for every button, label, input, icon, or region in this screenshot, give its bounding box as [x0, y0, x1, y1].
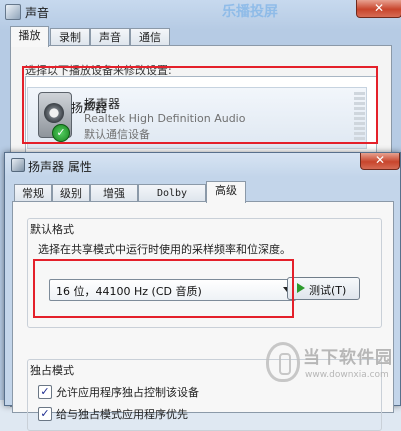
advanced-panel: 默认格式 选择在共享模式中运行时使用的采样频率和位深度。 16 位，44100 … — [12, 201, 394, 431]
device-row-speaker[interactable]: ✓ 扬声器 Realtek High Definition Audio 默认通信… — [27, 87, 367, 149]
volume-level-meter — [354, 92, 366, 144]
level-meter-segment — [354, 107, 365, 110]
sound-window-icon — [5, 4, 21, 20]
checkbox-exclusive-priority-label: 给与独占模式应用程序优先 — [56, 408, 188, 421]
level-meter-segment — [354, 92, 365, 95]
tab-enhancements[interactable]: 增强 — [90, 184, 138, 202]
level-meter-segment — [354, 112, 365, 115]
properties-close-button[interactable]: ✕ — [360, 153, 400, 170]
tab-recording[interactable]: 录制 — [50, 28, 90, 46]
level-meter-segment — [354, 137, 365, 140]
test-button-label: 测试(T) — [309, 284, 347, 297]
checkbox-allow-exclusive-box[interactable]: ✓ — [38, 385, 52, 399]
sample-rate-select[interactable]: 16 位，44100 Hz (CD 音质) — [49, 279, 296, 301]
level-meter-segment — [354, 117, 365, 120]
tab-communications[interactable]: 通信 — [130, 28, 170, 46]
device-status: 默认通信设备 — [84, 128, 150, 141]
properties-window-icon — [11, 158, 25, 172]
checkbox-allow-exclusive-label: 允许应用程序独占控制该设备 — [56, 386, 199, 399]
tab-levels[interactable]: 级别 — [52, 184, 90, 202]
play-icon — [297, 283, 305, 293]
checkbox-exclusive-priority-box[interactable]: ✓ — [38, 407, 52, 421]
default-format-description: 选择在共享模式中运行时使用的采样频率和位深度。 — [38, 243, 291, 256]
level-meter-segment — [354, 127, 365, 130]
tab-playback[interactable]: 播放 — [10, 26, 49, 47]
level-meter-segment — [354, 97, 365, 100]
level-meter-segment — [354, 122, 365, 125]
tab-dolby-audio[interactable]: Dolby Audio — [138, 184, 206, 216]
brand-watermark: 乐播投屏 — [222, 4, 278, 20]
default-format-group: 默认格式 选择在共享模式中运行时使用的采样频率和位深度。 16 位，44100 … — [27, 218, 382, 328]
tab-sounds[interactable]: 声音 — [90, 28, 130, 46]
device-description: Realtek High Definition Audio — [84, 112, 246, 125]
watermark-url: www.downxia.com — [305, 370, 389, 380]
exclusive-mode-legend: 独占模式 — [30, 364, 74, 377]
test-button[interactable]: 测试(T) — [287, 277, 360, 300]
tab-advanced[interactable]: 高级 — [206, 181, 246, 203]
sound-window-close-button[interactable]: ✕ — [356, 0, 401, 18]
tab-general[interactable]: 常规 — [14, 184, 52, 202]
level-meter-segment — [354, 102, 365, 105]
sample-rate-value: 16 位，44100 Hz (CD 音质) — [56, 285, 202, 298]
properties-window-title: 扬声器 属性 — [28, 160, 92, 174]
device-name-2: 扬声器 — [71, 101, 108, 115]
properties-tabs: 常规 级别 增强 Dolby Audio 高级 — [14, 181, 394, 216]
check-icon: ✓ — [52, 124, 70, 142]
watermark-logo-icon — [266, 342, 300, 382]
level-meter-segment — [354, 132, 365, 135]
watermark-title: 当下软件园 — [303, 348, 393, 368]
sound-window-title: 声音 — [25, 6, 50, 20]
default-format-legend: 默认格式 — [30, 223, 74, 236]
sound-window-titlebar: 声音 乐播投屏 ✕ — [0, 0, 401, 24]
